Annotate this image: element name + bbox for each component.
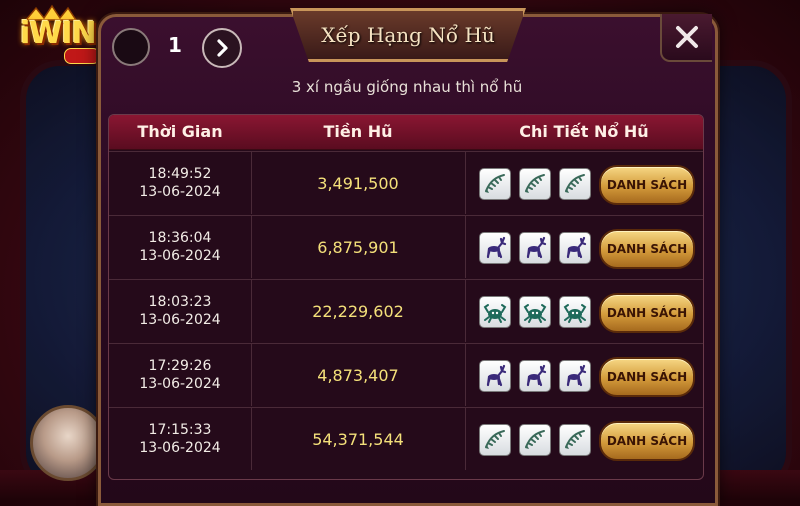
jackpot-amount: 54,371,544 [312, 429, 404, 449]
jackpot-rule-text: 3 xí ngầu giống nhau thì nổ hũ [291, 78, 523, 96]
dice-face-crab-icon [559, 296, 591, 328]
fish-icon [525, 430, 545, 449]
column-header-time: Thời Gian [137, 122, 223, 141]
deer-icon [566, 236, 587, 259]
fish-icon [525, 174, 545, 193]
dice-face-deer-icon [519, 360, 551, 392]
fish-icon [485, 174, 505, 193]
time-text: 17:29:26 [148, 358, 212, 374]
view-list-button[interactable]: DANH SÁCH [599, 357, 695, 397]
jackpot-amount: 6,875,901 [317, 237, 399, 257]
dice-face-fish-icon [519, 424, 551, 456]
view-list-button[interactable]: DANH SÁCH [599, 165, 695, 205]
next-page-button[interactable] [202, 28, 242, 68]
dice-face-crab-icon [519, 296, 551, 328]
time-cell: 17:15:33 13-06-2024 [109, 408, 252, 470]
logo-text: iWIN [20, 16, 97, 51]
table-row: 17:15:33 13-06-2024 54,371,544 DANH SÁCH [109, 407, 703, 470]
dice-face-deer-icon [479, 360, 511, 392]
amount-cell: 22,229,602 [251, 280, 466, 342]
date-text: 13-06-2024 [139, 440, 221, 456]
column-header-amount: Tiền Hũ [323, 122, 393, 141]
deer-icon [486, 236, 507, 259]
dice-face-fish-icon [559, 424, 591, 456]
column-header-details: Chi Tiết Nổ Hũ [519, 122, 649, 141]
crab-icon [563, 304, 587, 323]
logo-badge [64, 48, 100, 64]
table-row: 17:29:26 13-06-2024 4,873,407 DANH SÁCH [109, 343, 703, 406]
chevron-right-icon [217, 39, 228, 57]
dice-face-fish-icon [519, 168, 551, 200]
time-cell: 18:03:23 13-06-2024 [109, 280, 252, 342]
fish-icon [485, 430, 505, 449]
player-avatar[interactable] [30, 405, 106, 481]
deer-icon [526, 364, 547, 387]
view-list-button[interactable]: DANH SÁCH [599, 229, 695, 269]
amount-cell: 6,875,901 [251, 216, 466, 278]
jackpot-history-table: Thời Gian Tiền Hũ Chi Tiết Nổ Hũ 18:49:5… [108, 114, 704, 480]
amount-cell: 4,873,407 [251, 344, 466, 406]
date-text: 13-06-2024 [139, 248, 221, 264]
time-text: 18:49:52 [148, 166, 212, 182]
table-row: 18:03:23 13-06-2024 22,229,602 DANH SÁCH [109, 279, 703, 342]
dice-face-crab-icon [479, 296, 511, 328]
table-header: Thời Gian Tiền Hũ Chi Tiết Nổ Hũ [109, 115, 703, 150]
fish-icon [565, 430, 585, 449]
date-text: 13-06-2024 [139, 312, 221, 328]
view-list-button[interactable]: DANH SÁCH [599, 293, 695, 333]
crab-icon [523, 304, 547, 323]
close-button[interactable] [660, 14, 712, 62]
amount-cell: 3,491,500 [251, 152, 466, 214]
dice-face-fish-icon [479, 424, 511, 456]
deer-icon [566, 364, 587, 387]
dice-face-deer-icon [519, 232, 551, 264]
dice-face-deer-icon [479, 232, 511, 264]
title-plate: Xếp Hạng Nổ Hũ [290, 8, 526, 62]
crab-icon [483, 304, 507, 323]
time-cell: 17:29:26 13-06-2024 [109, 344, 252, 406]
deer-icon [526, 236, 547, 259]
time-text: 18:36:04 [148, 230, 212, 246]
deer-icon [486, 364, 507, 387]
time-cell: 18:49:52 13-06-2024 [109, 152, 252, 214]
dice-face-deer-icon [559, 360, 591, 392]
time-cell: 18:36:04 13-06-2024 [109, 216, 252, 278]
fish-icon [565, 174, 585, 193]
jackpot-amount: 3,491,500 [317, 173, 399, 193]
date-text: 13-06-2024 [139, 184, 221, 200]
table-row: 18:49:52 13-06-2024 3,491,500 DANH SÁCH [109, 151, 703, 214]
close-icon [676, 26, 698, 48]
dice-face-deer-icon [559, 232, 591, 264]
prev-page-button[interactable] [112, 28, 150, 66]
dice-face-fish-icon [559, 168, 591, 200]
table-row: 18:36:04 13-06-2024 6,875,901 DANH SÁCH [109, 215, 703, 278]
time-text: 18:03:23 [148, 294, 212, 310]
dice-face-fish-icon [479, 168, 511, 200]
amount-cell: 54,371,544 [251, 408, 466, 470]
time-text: 17:15:33 [148, 422, 212, 438]
date-text: 13-06-2024 [139, 376, 221, 392]
jackpot-amount: 4,873,407 [317, 365, 399, 385]
view-list-button[interactable]: DANH SÁCH [599, 421, 695, 461]
page-number: 1 [168, 33, 182, 57]
page-title: Xếp Hạng Nổ Hũ [321, 23, 495, 47]
jackpot-amount: 22,229,602 [312, 301, 404, 321]
